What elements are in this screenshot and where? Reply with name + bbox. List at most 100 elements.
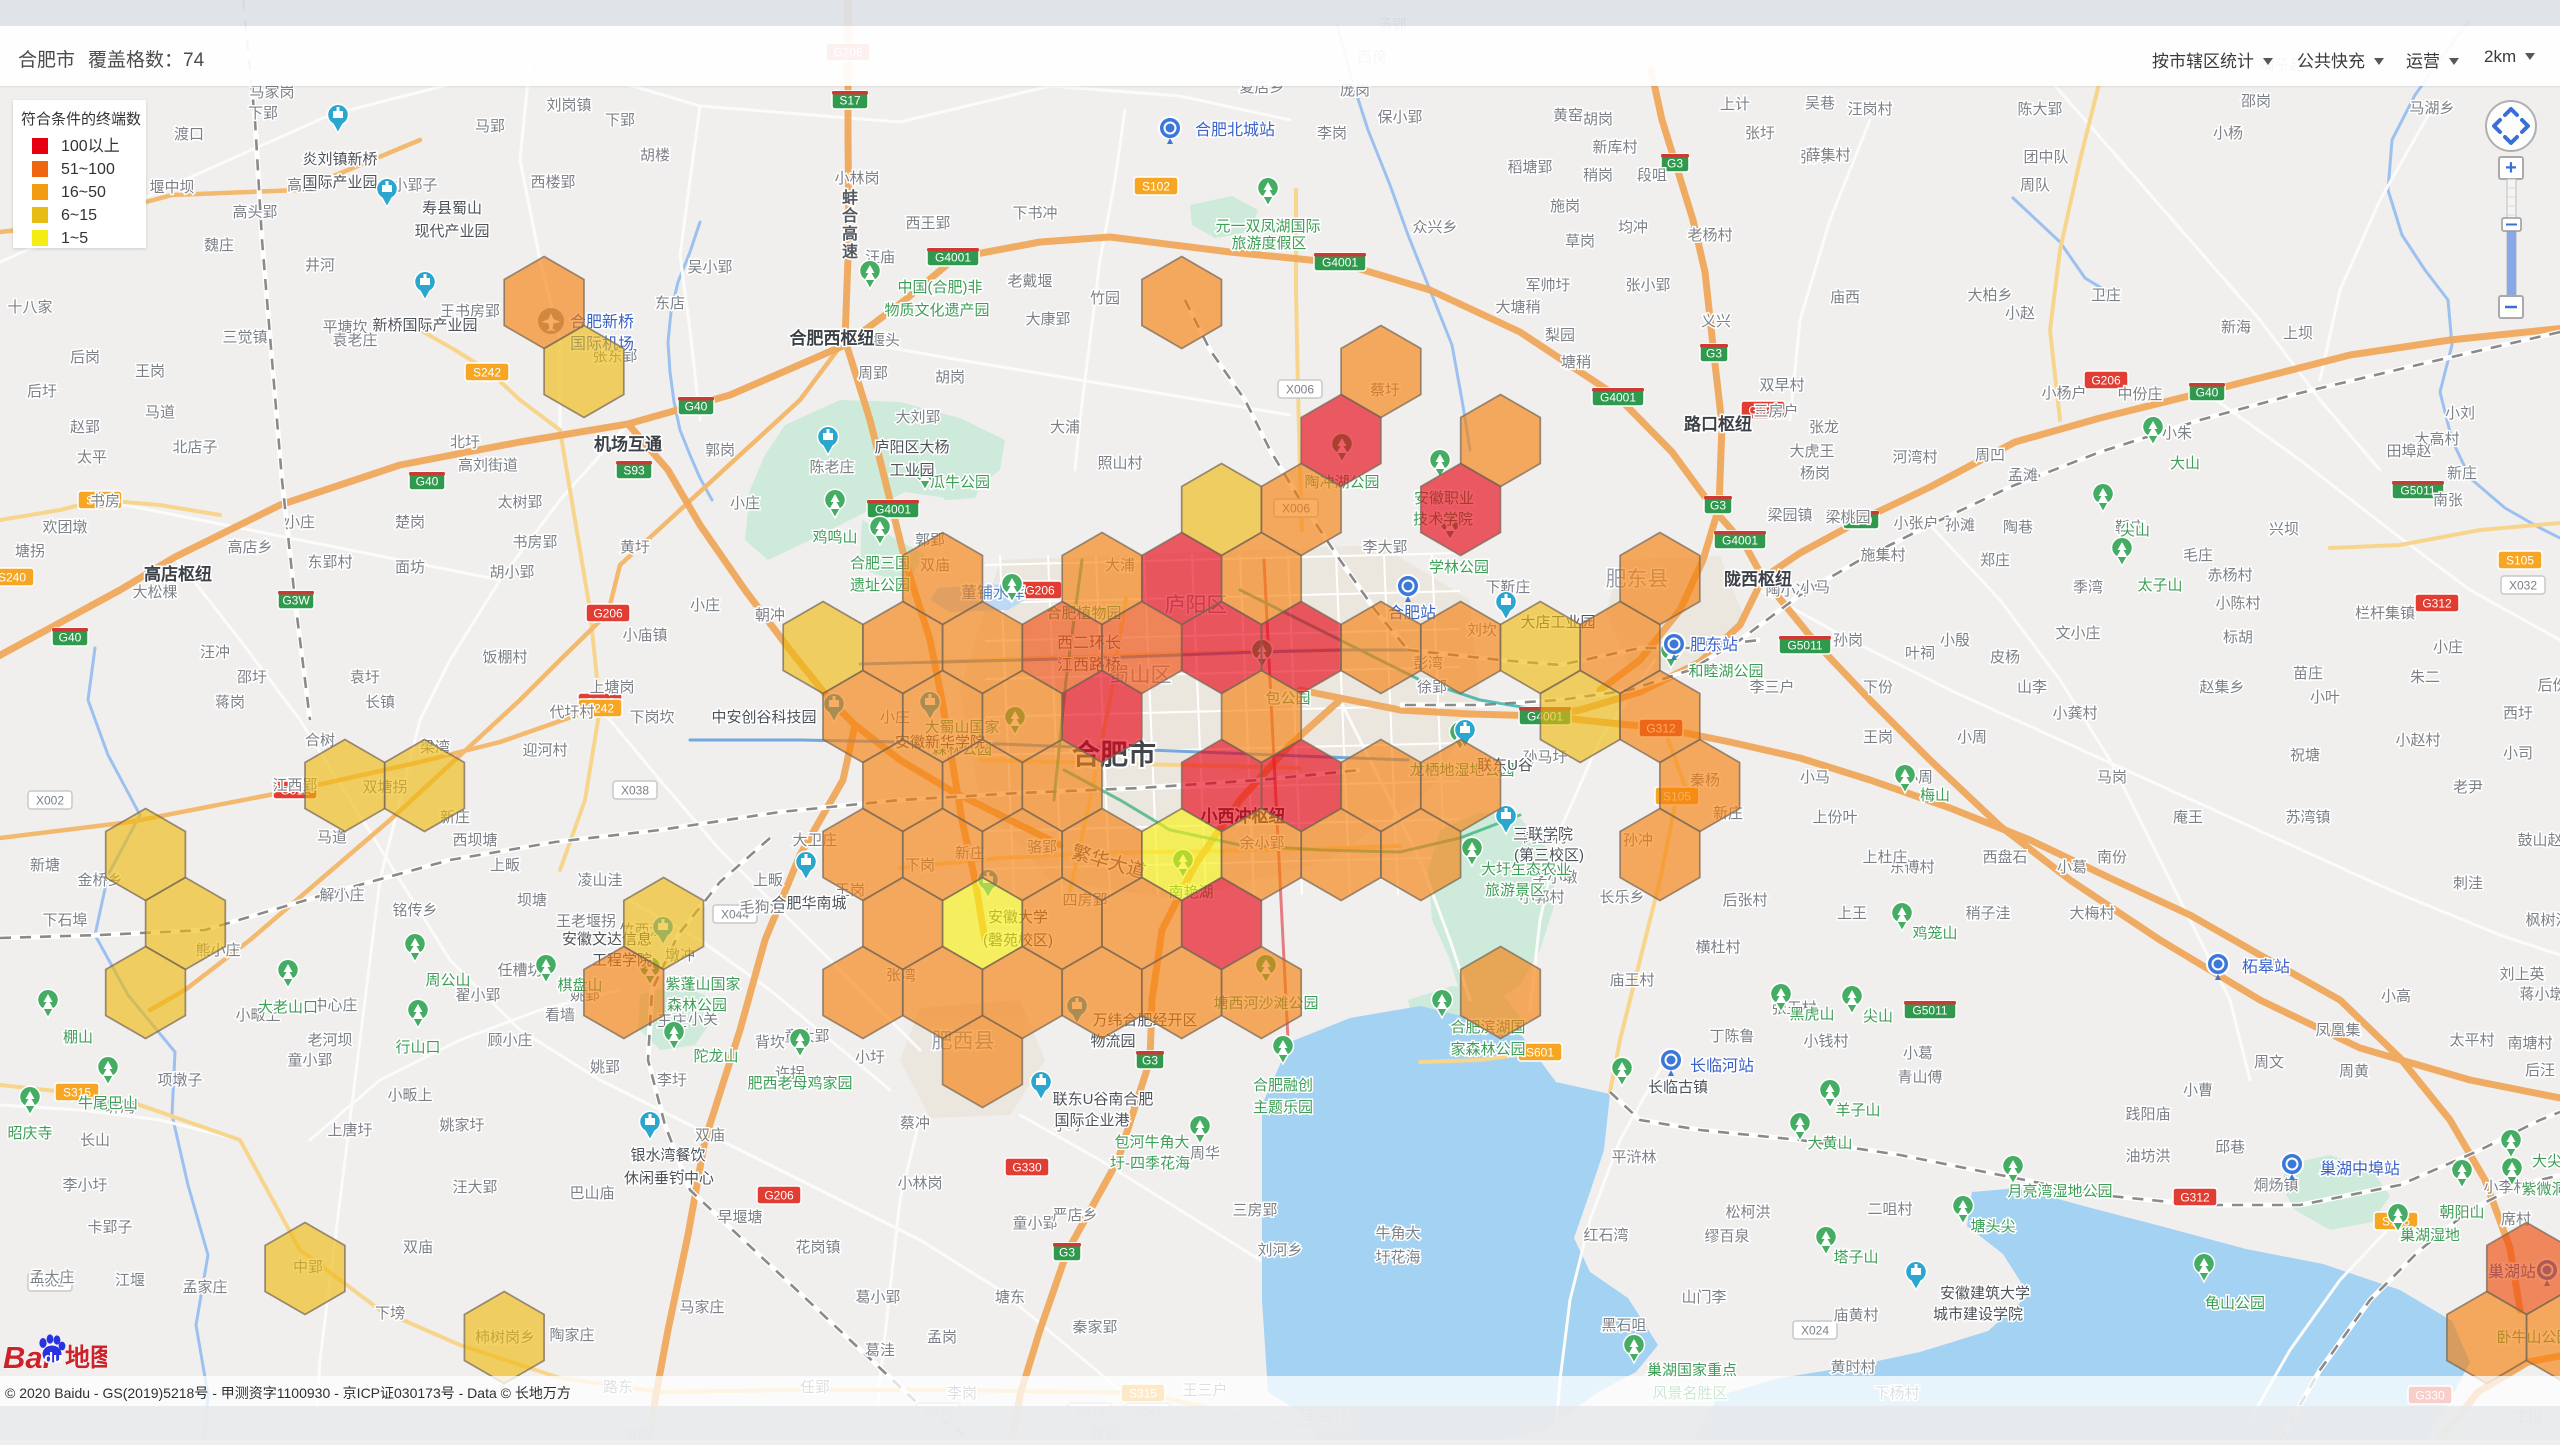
svg-text:羊子山: 羊子山 xyxy=(1835,1102,1880,1119)
svg-text:庙西: 庙西 xyxy=(1830,289,1860,306)
svg-text:葛小郢: 葛小郢 xyxy=(855,1289,900,1306)
svg-text:小郢子: 小郢子 xyxy=(392,177,437,194)
svg-text:周郢: 周郢 xyxy=(858,365,888,382)
svg-text:花岗镇: 花岗镇 xyxy=(795,1239,840,1256)
svg-text:紫微洞: 紫微洞 xyxy=(2521,1181,2560,1198)
svg-text:G40: G40 xyxy=(59,631,82,645)
svg-text:施集村: 施集村 xyxy=(1860,547,1905,564)
svg-text:孟大庄: 孟大庄 xyxy=(29,1268,74,1286)
svg-text:姚家圩: 姚家圩 xyxy=(439,1117,484,1134)
svg-text:代圩村: 代圩村 xyxy=(549,704,594,721)
svg-text:陈大郢: 陈大郢 xyxy=(2017,100,2062,118)
svg-text:小叶: 小叶 xyxy=(2310,689,2340,706)
svg-text:新塘: 新塘 xyxy=(30,857,60,874)
svg-text:G40: G40 xyxy=(416,475,439,489)
svg-text:G206: G206 xyxy=(1025,584,1055,598)
svg-text:小刘: 小刘 xyxy=(2445,405,2475,422)
svg-text:庐阳区大杨: 庐阳区大杨 xyxy=(874,439,949,456)
svg-text:双庙: 双庙 xyxy=(695,1127,725,1144)
svg-text:书房: 书房 xyxy=(90,493,120,510)
svg-text:十八家: 十八家 xyxy=(7,299,52,316)
svg-text:合肥西枢纽: 合肥西枢纽 xyxy=(790,328,875,348)
svg-text:小周: 小周 xyxy=(1957,729,1987,746)
svg-text:王老堰拐: 王老堰拐 xyxy=(556,913,616,930)
svg-text:下书冲: 下书冲 xyxy=(1012,205,1057,222)
svg-text:合肥融创: 合肥融创 xyxy=(1253,1077,1313,1094)
svg-text:合肥三国: 合肥三国 xyxy=(850,555,910,572)
svg-text:项墩子: 项墩子 xyxy=(157,1072,202,1089)
svg-text:太平: 太平 xyxy=(77,449,107,466)
svg-text:赤杨村: 赤杨村 xyxy=(2207,567,2252,584)
svg-text:稍岗: 稍岗 xyxy=(1583,167,1613,184)
svg-text:山门李: 山门李 xyxy=(1681,1289,1726,1306)
svg-text:长镇: 长镇 xyxy=(365,694,395,711)
svg-text:新库村: 新库村 xyxy=(1592,139,1637,156)
svg-text:刘岗镇: 刘岗镇 xyxy=(546,97,591,114)
svg-text:胡岗: 胡岗 xyxy=(1583,111,1613,128)
svg-text:小司: 小司 xyxy=(2503,745,2533,762)
svg-text:马湖乡: 马湖乡 xyxy=(2409,100,2454,117)
svg-text:棚山: 棚山 xyxy=(63,1029,93,1046)
svg-text:小林岗: 小林岗 xyxy=(834,170,879,187)
svg-text:小赵: 小赵 xyxy=(2005,305,2035,322)
svg-text:大柏乡: 大柏乡 xyxy=(1967,287,2012,304)
svg-text:三觉镇: 三觉镇 xyxy=(222,329,267,346)
svg-text:南张: 南张 xyxy=(2433,492,2463,509)
svg-text:G206: G206 xyxy=(593,607,623,621)
svg-text:周黄: 周黄 xyxy=(2339,1063,2369,1080)
svg-text:G4001: G4001 xyxy=(1600,391,1636,405)
svg-text:红石湾: 红石湾 xyxy=(1583,1227,1628,1244)
svg-text:吴巷: 吴巷 xyxy=(1805,95,1835,112)
svg-text:饭棚村: 饭棚村 xyxy=(482,649,527,666)
svg-text:胡小郢: 胡小郢 xyxy=(489,564,534,581)
svg-text:小赵村: 小赵村 xyxy=(2395,732,2440,749)
svg-text:军帅圩: 军帅圩 xyxy=(1525,277,1570,294)
svg-text:平浒林: 平浒林 xyxy=(1611,1149,1656,1166)
svg-text:家森林公园: 家森林公园 xyxy=(1450,1041,1525,1058)
svg-text:照山村: 照山村 xyxy=(1097,455,1142,472)
svg-text:X006: X006 xyxy=(1286,383,1314,397)
svg-text:新庄: 新庄 xyxy=(2447,464,2477,482)
svg-text:牛尾巴山: 牛尾巴山 xyxy=(78,1095,138,1112)
svg-text:G4001: G4001 xyxy=(935,251,971,265)
svg-text:上畈: 上畈 xyxy=(490,857,520,874)
svg-text:机场互通: 机场互通 xyxy=(594,434,662,454)
svg-text:孙滩: 孙滩 xyxy=(1945,517,1975,534)
svg-text:苗庄: 苗庄 xyxy=(2293,664,2323,682)
svg-text:中份庄: 中份庄 xyxy=(2117,385,2162,403)
svg-text:G3: G3 xyxy=(1710,499,1726,513)
svg-text:梁园镇: 梁园镇 xyxy=(1767,507,1812,524)
svg-text:G3: G3 xyxy=(1706,347,1722,361)
svg-text:大老山口: 大老山口 xyxy=(258,999,318,1016)
svg-text:和睦湖公园: 和睦湖公园 xyxy=(1688,663,1763,680)
svg-text:张圩: 张圩 xyxy=(1745,125,1775,142)
svg-text:西王郢: 西王郢 xyxy=(905,215,950,232)
svg-text:汪岗村: 汪岗村 xyxy=(1847,101,1892,118)
svg-text:二咀村: 二咀村 xyxy=(1867,1201,1912,1218)
svg-text:巢湖中埠站: 巢湖中埠站 xyxy=(2320,1160,2400,1178)
svg-text:背坎: 背坎 xyxy=(755,1034,785,1051)
svg-text:G40: G40 xyxy=(685,400,708,414)
svg-text:小庄: 小庄 xyxy=(690,596,720,614)
svg-text:青山傅: 青山傅 xyxy=(1897,1069,1942,1086)
svg-text:大塘稍: 大塘稍 xyxy=(1495,299,1540,316)
svg-text:童小郢: 童小郢 xyxy=(1012,1214,1057,1232)
svg-text:尖山: 尖山 xyxy=(2120,522,2150,539)
svg-text:毛庄: 毛庄 xyxy=(2183,546,2213,564)
svg-text:山李: 山李 xyxy=(2017,679,2047,696)
svg-text:小龚村: 小龚村 xyxy=(2052,705,2097,722)
svg-text:卡郢子: 卡郢子 xyxy=(87,1219,132,1236)
svg-text:庵王: 庵王 xyxy=(2173,809,2203,826)
svg-text:(第三校区): (第三校区) xyxy=(1514,846,1584,864)
svg-text:G3: G3 xyxy=(1667,157,1683,171)
svg-text:G4001: G4001 xyxy=(875,503,911,517)
svg-text:汪冲: 汪冲 xyxy=(200,644,230,661)
svg-text:塘东: 塘东 xyxy=(995,1289,1025,1306)
svg-text:小庄: 小庄 xyxy=(730,494,760,512)
svg-text:周公山: 周公山 xyxy=(425,972,470,989)
svg-text:严店乡: 严店乡 xyxy=(1052,1207,1097,1224)
svg-text:大浦: 大浦 xyxy=(1050,419,1080,436)
svg-text:河湾村: 河湾村 xyxy=(1892,449,1937,466)
svg-text:小朱: 小朱 xyxy=(2162,425,2192,442)
svg-text:中心庄: 中心庄 xyxy=(312,996,357,1014)
